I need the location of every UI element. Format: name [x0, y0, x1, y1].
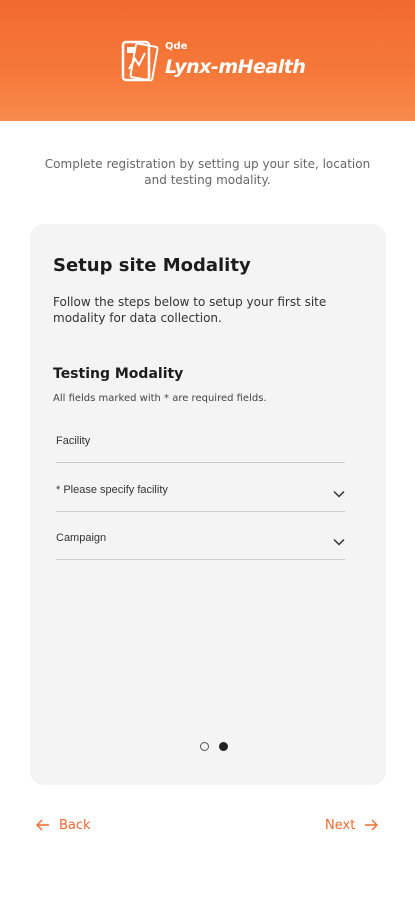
card-description: Follow the steps below to setup your fir…	[53, 295, 327, 325]
logo-brand-name: Lynx-mHealth	[165, 56, 306, 78]
registration-subtitle: Complete registration by setting up your…	[44, 157, 371, 187]
arrow-right-icon	[365, 819, 379, 831]
next-button[interactable]: Next	[325, 815, 379, 835]
logo-brand-small: Qde	[165, 41, 188, 52]
logo-text: Qde Lynx-mHealth	[165, 39, 306, 83]
chevron-down-icon	[333, 538, 345, 546]
card-title: Setup site Modality	[53, 255, 251, 276]
page-dot-1[interactable]	[200, 742, 209, 751]
campaign-select[interactable]: Campaign	[56, 530, 345, 560]
page-indicator	[200, 742, 228, 751]
section-title: Testing Modality	[53, 366, 184, 382]
app-header: Qde Lynx-mHealth	[0, 0, 415, 121]
back-button-label: Back	[59, 817, 91, 833]
chevron-down-icon	[333, 490, 345, 498]
campaign-label: Campaign	[56, 532, 107, 544]
specify-facility-select[interactable]: * Please specify facility	[56, 482, 345, 512]
facility-field[interactable]: Facility	[56, 433, 345, 463]
arrow-left-icon	[36, 819, 49, 831]
specify-facility-label: * Please specify facility	[56, 484, 168, 496]
setup-card: Setup site Modality Follow the steps bel…	[30, 224, 386, 785]
next-button-label: Next	[325, 817, 356, 833]
back-button[interactable]: Back	[36, 815, 91, 835]
app-logo: Qde Lynx-mHealth	[121, 38, 306, 84]
logo-mark-icon	[121, 40, 159, 82]
facility-field-label: Facility	[56, 435, 91, 447]
page-dot-2-active[interactable]	[219, 742, 228, 751]
required-fields-note: All fields marked with * are required fi…	[53, 393, 267, 404]
